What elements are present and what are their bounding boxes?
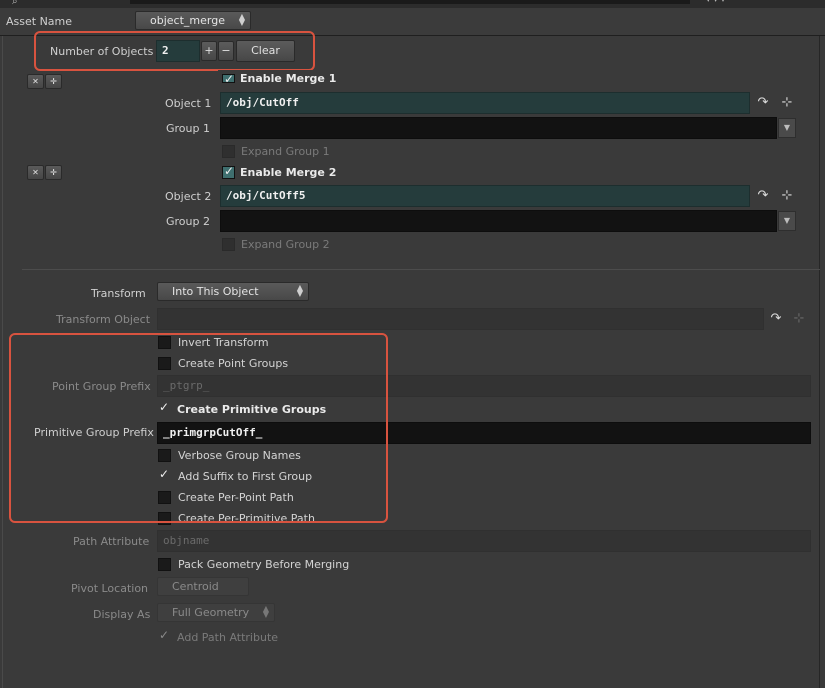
enable-merge-2-label: Enable Merge 2: [240, 166, 337, 179]
asset-name-label: Asset Name: [6, 15, 73, 28]
group-1-field[interactable]: [220, 117, 777, 139]
dropdown-arrow-icon: ▼: [783, 123, 791, 132]
object-2-field[interactable]: /obj/CutOff5: [220, 185, 750, 207]
expand-group-1-checkbox[interactable]: [222, 145, 235, 158]
group-2-label: Group 2: [166, 215, 210, 228]
enable-merge-1-checkbox[interactable]: ✓: [222, 72, 235, 86]
group-2-field[interactable]: [220, 210, 777, 232]
jump-arrow-icon[interactable]: ↷: [755, 95, 771, 111]
display-as-menu[interactable]: Full Geometry ▲ ▼: [157, 603, 275, 622]
search-icon[interactable]: ⌕: [12, 0, 18, 7]
node-chooser-icon[interactable]: ⊹: [791, 311, 807, 327]
move-merge-1-button[interactable]: ✛: [45, 74, 62, 89]
transform-object-field[interactable]: [157, 308, 764, 330]
jump-arrow-icon[interactable]: ↷: [768, 311, 784, 327]
add-path-attribute-label: Add Path Attribute: [177, 631, 279, 644]
asset-name-menu[interactable]: object_merge ▲ ▼: [135, 11, 251, 30]
object-1-field[interactable]: /obj/CutOff: [220, 92, 750, 114]
path-attribute-field[interactable]: objname: [157, 530, 811, 552]
pivot-location-menu[interactable]: Centroid: [157, 577, 249, 596]
transform-value: Into This Object: [172, 285, 259, 298]
move-merge-2-button[interactable]: ✛: [45, 165, 62, 180]
display-as-value: Full Geometry: [172, 606, 250, 619]
node-chooser-icon[interactable]: ⊹: [779, 95, 795, 111]
highlight-group-options: [9, 333, 388, 523]
object-1-label: Object 1: [165, 97, 212, 110]
transform-label: Transform: [91, 287, 146, 300]
group-1-label: Group 1: [166, 122, 210, 135]
asset-name-value: object_merge: [150, 14, 225, 27]
path-attribute-label: Path Attribute: [73, 535, 150, 548]
transform-menu[interactable]: Into This Object ▲ ▼: [157, 282, 309, 301]
pivot-location-value: Centroid: [172, 580, 219, 593]
separator: [22, 269, 820, 270]
updown-arrow-icon: ▲ ▼: [238, 12, 245, 27]
highlight-number-objects: [34, 31, 315, 71]
dropdown-arrow-icon: ▼: [783, 216, 791, 225]
checkmark-icon: ✓: [224, 72, 235, 86]
checkmark-icon: ✓: [224, 164, 235, 178]
move-icon: ✛: [50, 168, 57, 177]
checkmark-icon: ✓: [159, 628, 170, 642]
left-border: [2, 36, 3, 688]
jump-arrow-icon[interactable]: ↷: [755, 188, 771, 204]
remove-x-icon: ✕: [32, 168, 39, 177]
expand-group-1-label: Expand Group 1: [241, 145, 330, 158]
remove-x-icon: ✕: [32, 77, 39, 86]
remove-merge-2-button[interactable]: ✕: [27, 165, 44, 180]
node-chooser-icon[interactable]: ⊹: [779, 188, 795, 204]
enable-merge-2-checkbox[interactable]: ✓: [222, 164, 235, 179]
expand-group-2-label: Expand Group 2: [241, 238, 330, 251]
right-border: [819, 36, 820, 688]
add-path-attribute-checkbox[interactable]: ✓: [158, 628, 171, 644]
top-strip: ⌕ ▾ ▾ ▾: [0, 0, 825, 8]
move-icon: ✛: [50, 77, 57, 86]
group-2-dropdown[interactable]: ▼: [778, 211, 796, 231]
updown-arrow-icon: ▲ ▼: [262, 604, 269, 619]
transform-object-label: Transform Object: [56, 313, 151, 326]
pack-geometry-checkbox[interactable]: [158, 558, 171, 571]
group-1-dropdown[interactable]: ▼: [778, 118, 796, 138]
pack-geometry-label: Pack Geometry Before Merging: [178, 558, 350, 571]
remove-merge-1-button[interactable]: ✕: [27, 74, 44, 89]
expand-group-2-checkbox[interactable]: [222, 238, 235, 251]
display-as-label: Display As: [93, 608, 151, 621]
top-bar: [130, 0, 690, 4]
pivot-location-label: Pivot Location: [71, 582, 149, 595]
updown-arrow-icon: ▲ ▼: [296, 283, 303, 298]
enable-merge-1-cover: [218, 70, 338, 74]
menu-arrows-icon[interactable]: ▾ ▾ ▾: [706, 0, 725, 5]
object-2-label: Object 2: [165, 190, 212, 203]
